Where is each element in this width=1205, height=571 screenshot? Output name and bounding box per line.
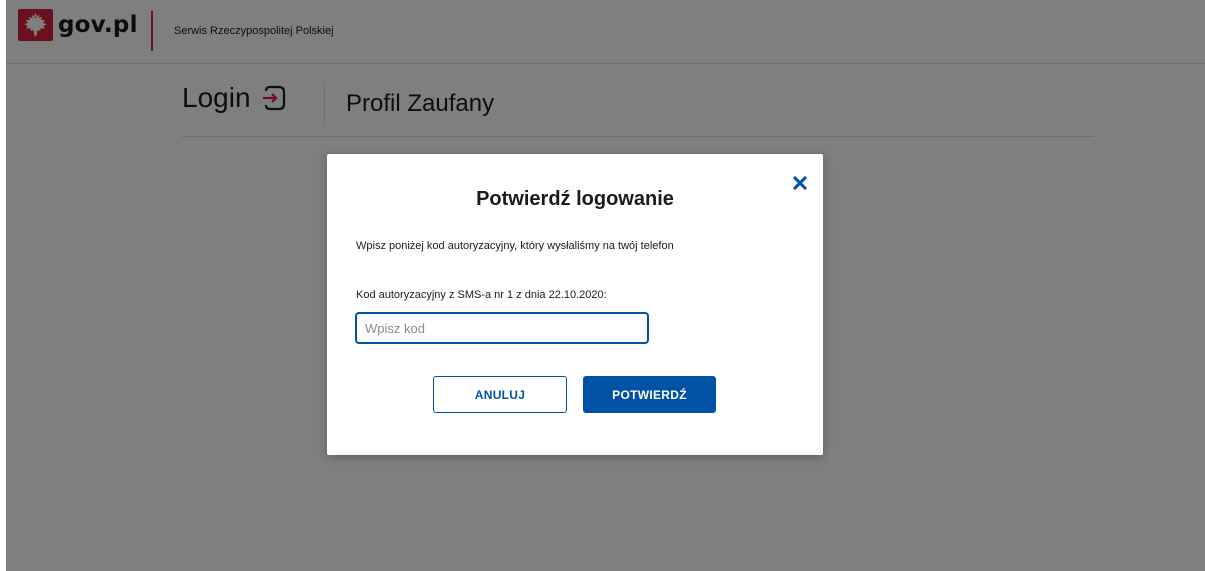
dialog-description: Wpisz poniżej kod autoryzacyjny, który w… — [356, 240, 674, 252]
confirm-login-dialog: Potwierdź logowanie Wpisz poniżej kod au… — [327, 154, 823, 455]
confirm-button[interactable]: POTWIERDŹ — [583, 376, 716, 413]
cancel-button[interactable]: ANULUJ — [433, 376, 567, 413]
auth-code-label: Kod autoryzacyjny z SMS-a nr 1 z dnia 22… — [356, 289, 607, 301]
dialog-title: Potwierdź logowanie — [476, 188, 674, 210]
auth-code-input[interactable] — [355, 312, 649, 344]
